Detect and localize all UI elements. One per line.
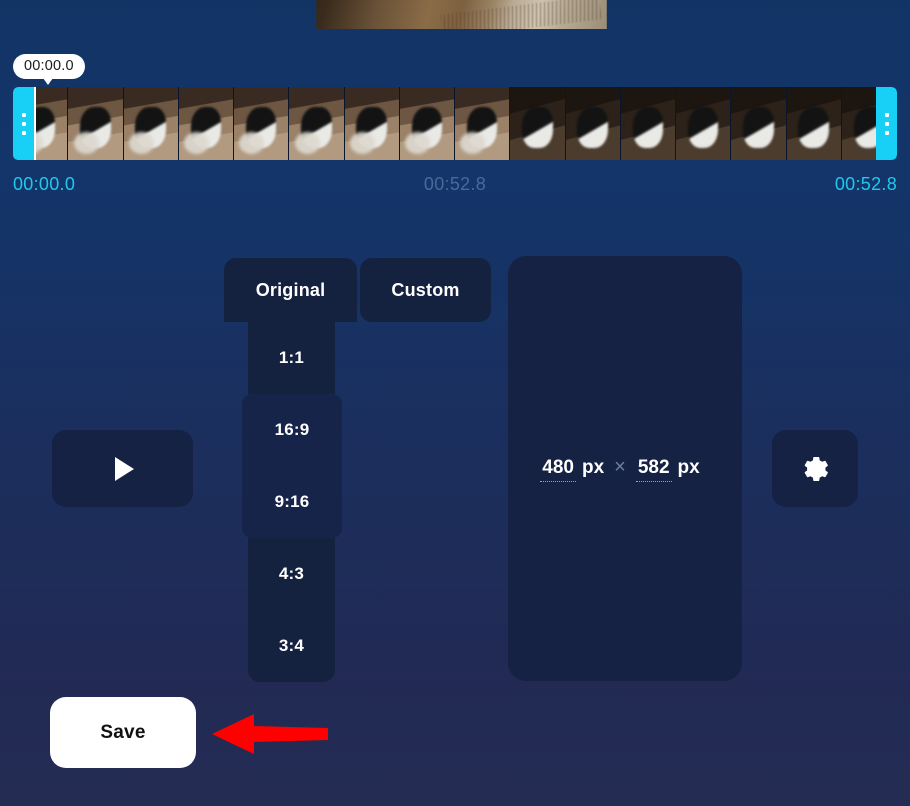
grip-dot — [884, 130, 889, 135]
ratio-option-4-3[interactable]: 4:3 — [248, 538, 335, 610]
playhead[interactable] — [34, 87, 36, 160]
width-unit-label: px — [581, 456, 605, 478]
tab-original-label: Original — [255, 279, 326, 300]
filmstrip-frames — [13, 87, 897, 160]
video-preview-frame — [316, 0, 607, 29]
ratio-label: 1:1 — [278, 348, 305, 367]
tab-custom-label: Custom — [391, 279, 460, 300]
filmstrip-frame — [510, 87, 566, 160]
save-button[interactable]: Save — [50, 697, 196, 768]
ratio-option-3-4[interactable]: 3:4 — [248, 610, 335, 682]
aspect-ratio-list[interactable]: 1:1 16:9 9:16 4:3 3:4 — [242, 322, 342, 682]
app-root: 00:00.0 00:00.0 00:52.8 00:52.8 Original… — [0, 0, 910, 806]
filmstrip-frame — [676, 87, 732, 160]
ratio-option-1-1[interactable]: 1:1 — [248, 322, 335, 394]
timeline-end-label: 00:52.8 — [834, 174, 897, 194]
timeline-labels: 00:00.0 00:52.8 00:52.8 — [0, 170, 910, 198]
filmstrip-frame — [234, 87, 290, 160]
filmstrip-frame — [178, 87, 234, 160]
filmstrip-frame — [786, 87, 842, 160]
filmstrip-frame — [455, 87, 511, 160]
filmstrip-frame — [565, 87, 621, 160]
dimensions-row: 480 px × 582 px — [540, 456, 709, 482]
dimensions-panel: 480 px × 582 px — [508, 256, 742, 681]
grip-dot — [21, 130, 26, 135]
size-mode-tabs[interactable]: Original Custom — [224, 258, 491, 322]
newspaper-texture — [440, 0, 602, 29]
timeline[interactable]: 00:00.0 00:00.0 00:52.8 00:52.8 — [0, 52, 910, 202]
tab-original[interactable]: Original — [224, 258, 357, 322]
tab-custom[interactable]: Custom — [360, 258, 491, 322]
play-icon — [115, 456, 134, 481]
trim-handle-left[interactable] — [13, 87, 34, 160]
grip-dot — [884, 121, 889, 126]
ratio-label: 3:4 — [278, 636, 305, 655]
play-button[interactable] — [52, 430, 193, 507]
ratio-label: 4:3 — [278, 564, 305, 583]
grip-dot — [21, 112, 26, 117]
ratio-label: 16:9 — [274, 420, 310, 439]
filmstrip-frame — [731, 87, 787, 160]
filmstrip-frame — [289, 87, 345, 160]
grip-dot — [884, 112, 889, 117]
filmstrip-frame — [399, 87, 455, 160]
width-input[interactable]: 480 — [540, 457, 576, 482]
filmstrip-frame — [68, 87, 124, 160]
filmstrip-frame — [123, 87, 179, 160]
settings-button[interactable] — [772, 430, 858, 507]
gear-icon — [804, 456, 828, 481]
trim-handle-right[interactable] — [876, 87, 897, 160]
timeline-duration-label: 00:52.8 — [423, 174, 487, 194]
height-input[interactable]: 582 — [635, 457, 672, 482]
timeline-filmstrip[interactable] — [13, 87, 897, 160]
height-unit-label: px — [677, 456, 700, 478]
playhead-time-tooltip: 00:00.0 — [13, 54, 85, 85]
filmstrip-frame — [620, 87, 676, 160]
ratio-option-16-9[interactable]: 16:9 — [242, 394, 342, 466]
annotation-arrow-icon — [212, 714, 328, 754]
save-button-label: Save — [100, 721, 146, 743]
video-preview[interactable] — [316, 0, 607, 29]
filmstrip-frame — [344, 87, 400, 160]
grip-dot — [21, 121, 26, 126]
multiply-icon: × — [614, 455, 626, 478]
ratio-label: 9:16 — [274, 492, 310, 511]
ratio-option-9-16[interactable]: 9:16 — [242, 466, 342, 538]
